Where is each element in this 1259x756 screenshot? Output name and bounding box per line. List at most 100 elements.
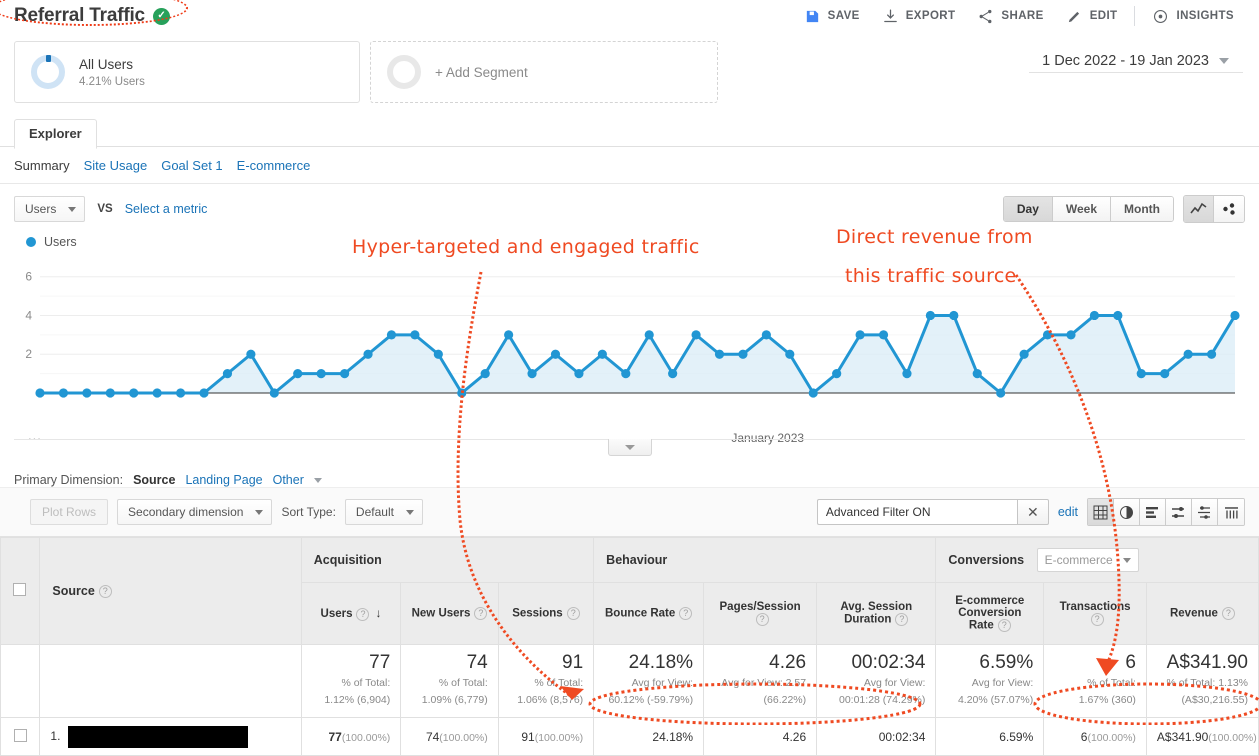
sort-type-label: Sort Type: [281, 505, 336, 519]
totals-sub-1: Avg for View: 2.57 [721, 676, 807, 689]
edit-filter-link[interactable]: edit [1058, 505, 1078, 519]
pie-chart-view-button[interactable] [1114, 499, 1140, 525]
bar-chart-view-button[interactable] [1140, 499, 1166, 525]
row-checkbox[interactable] [13, 728, 27, 742]
totals-sub-1: Avg for View: [971, 676, 1034, 689]
primary-dimension-other[interactable]: Other [273, 473, 304, 487]
chart-collapse-handle[interactable] [607, 439, 652, 456]
sub-tabs: Summary Site Usage Goal Set 1 E-commerce [0, 147, 1259, 184]
totals-value: 74 [466, 652, 488, 673]
metric-select[interactable]: Users [14, 196, 86, 222]
add-segment-button[interactable]: + Add Segment [370, 41, 718, 103]
export-button[interactable]: EXPORT [871, 0, 967, 32]
group-behaviour: Behaviour [593, 537, 937, 583]
col-avg-session-duration[interactable]: Avg. Session Duration? [816, 582, 937, 645]
add-segment-donut-icon [387, 55, 421, 89]
clear-filter-button[interactable]: ✕ [1016, 499, 1049, 525]
help-icon[interactable]: ? [997, 619, 1011, 632]
segment-all-users[interactable]: All Users 4.21% Users [14, 41, 360, 103]
conversions-goal-value: E-commerce [1044, 553, 1113, 567]
row-cell-sessions: 91(100.00%) [497, 717, 595, 756]
col-users[interactable]: Users? ↓ [300, 582, 402, 645]
secondary-dimension-label: Secondary dimension [128, 505, 244, 519]
row-cell-bounce-rate: 24.18% [593, 717, 705, 756]
col-pages-session[interactable]: Pages/Session? [703, 582, 818, 645]
totals-sub-2: (66.22%) [763, 694, 807, 707]
date-range-picker[interactable]: 1 Dec 2022 - 19 Jan 2023 [1042, 41, 1245, 69]
totals-sub-2: (A$30,216.55) [1181, 694, 1248, 707]
col-transactions[interactable]: Transactions? [1043, 582, 1147, 645]
col-revenue[interactable]: Revenue? [1145, 582, 1259, 645]
edit-button[interactable]: EDIT [1055, 0, 1129, 32]
col-new-users[interactable]: New Users? [400, 582, 499, 645]
comparison-view-icon [1172, 506, 1184, 518]
help-icon[interactable]: ? [356, 607, 370, 621]
insights-button[interactable]: INSIGHTS [1141, 0, 1245, 32]
granularity-week[interactable]: Week [1052, 197, 1112, 221]
line-chart-button[interactable] [1184, 196, 1214, 222]
help-icon[interactable]: ? [474, 607, 488, 620]
table-view-icon [1093, 505, 1108, 519]
totals-cell-revenue: A$341.90 % of Total: 1.13% (A$30,216.55) [1145, 643, 1259, 719]
scatter-plot-button[interactable] [1214, 196, 1244, 222]
help-icon[interactable]: ? [679, 607, 693, 620]
select-all-checkbox[interactable] [13, 583, 26, 596]
totals-sub-2: 1.06% (8,576) [517, 694, 584, 707]
totals-cell-transactions: 6 % of Total: 1.67% (360) [1043, 643, 1147, 719]
subtab-goal-set-1[interactable]: Goal Set 1 [161, 158, 236, 173]
top-bar-actions: SAVE EXPORT SHARE EDIT INSIGHTS [793, 0, 1259, 32]
bar-chart-view-icon [1146, 506, 1158, 518]
legend-label: Users [44, 235, 77, 249]
sort-type-select[interactable]: Default [344, 499, 423, 525]
users-over-time-chart[interactable]: 246 ... January 2023 [14, 255, 1245, 445]
totals-cell-users: 77 % of Total: 1.12% (6,904) [300, 643, 402, 719]
row-cell-users: 77(100.00%) [300, 717, 402, 756]
chart-type-buttons [1183, 195, 1245, 223]
save-icon [806, 10, 818, 22]
chart-svg: 2 4 6 [25, 270, 1240, 398]
cell-value: 74 [425, 729, 440, 744]
source-column-header[interactable]: Source? [39, 537, 302, 645]
subtab-site-usage[interactable]: Site Usage [84, 158, 162, 173]
chevron-down-icon [313, 477, 322, 483]
totals-value: 00:02:34 [851, 652, 926, 673]
pivot-view-button[interactable] [1218, 499, 1244, 525]
primary-dimension-source[interactable]: Source [133, 473, 175, 487]
performance-view-button[interactable] [1192, 499, 1218, 525]
table-view-button[interactable] [1088, 499, 1114, 525]
chevron-down-icon [405, 509, 414, 515]
tab-explorer[interactable]: Explorer [14, 119, 97, 149]
share-button[interactable]: SHARE [966, 0, 1054, 32]
comparison-view-button[interactable] [1166, 499, 1192, 525]
table-filter-input[interactable]: Advanced Filter ON [816, 499, 1017, 525]
help-icon[interactable]: ? [895, 613, 909, 626]
help-icon[interactable]: ? [755, 613, 769, 626]
save-button[interactable]: SAVE [793, 0, 871, 32]
col-sessions[interactable]: Sessions? [497, 582, 595, 645]
secondary-dimension-select[interactable]: Secondary dimension [117, 499, 273, 525]
cell-value: 77 [328, 729, 342, 744]
col-ecommerce-conversion-rate[interactable]: E-commerce Conversion Rate? [935, 582, 1045, 645]
primary-dimension-row: Primary Dimension: Source Landing Page O… [0, 469, 1259, 487]
svg-text:2: 2 [25, 347, 32, 361]
segment-sub: 4.21% Users [79, 75, 145, 88]
help-icon[interactable]: ? [1221, 607, 1235, 620]
table-group-header-row: Source? Acquisition Behaviour Conversion… [0, 537, 1259, 645]
plot-rows-button[interactable]: Plot Rows [30, 499, 109, 525]
date-range-label: 1 Dec 2022 - 19 Jan 2023 [1042, 53, 1209, 69]
primary-dimension-landing-page[interactable]: Landing Page [185, 473, 262, 487]
subtab-summary[interactable]: Summary [14, 158, 84, 173]
help-icon[interactable]: ? [566, 607, 580, 620]
granularity-day[interactable]: Day [1003, 197, 1053, 221]
help-icon[interactable]: ? [98, 585, 112, 599]
table-row[interactable]: 1. 77(100.00%) 74(100.00%) 91(100.00%) 24.18… [0, 717, 1259, 756]
select-a-metric-link[interactable]: Select a metric [125, 202, 208, 216]
subtab-e-commerce[interactable]: E-commerce [237, 158, 325, 173]
col-bounce-rate[interactable]: Bounce Rate? [593, 582, 705, 645]
granularity-month[interactable]: Month [1111, 197, 1173, 221]
cell-value: 6.59% [999, 729, 1034, 744]
totals-cell-avg-session-duration: 00:02:34 Avg for View: 00:01:28 (74.29%) [816, 643, 937, 719]
help-icon[interactable]: ? [1090, 613, 1104, 626]
conversions-goal-select[interactable]: E-commerce [1036, 548, 1139, 572]
segment-donut-icon [31, 55, 65, 89]
